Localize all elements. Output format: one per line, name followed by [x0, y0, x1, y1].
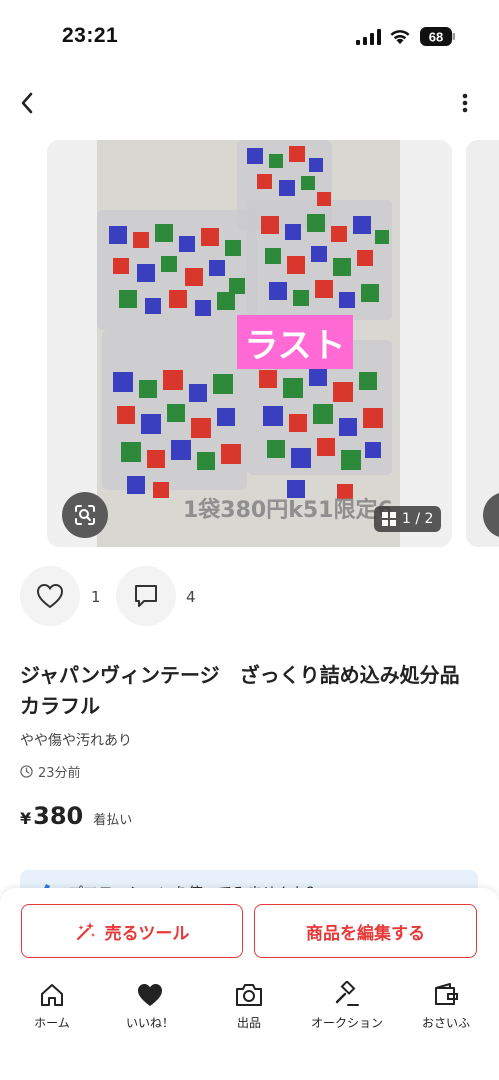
chevron-left-icon [21, 92, 33, 114]
page-counter-text: 1 / 2 [402, 511, 434, 527]
photo-page-counter: 1 / 2 [374, 506, 442, 532]
sell-tool-button[interactable]: 売るツール [21, 904, 243, 958]
tab-likes-label: いいね！ [125, 1016, 174, 1030]
heart-outline-icon [36, 583, 64, 609]
shipping-terms: 着払い [93, 813, 133, 828]
vertical-ellipsis-icon [462, 93, 468, 113]
battery-icon: 68 [420, 27, 455, 46]
comment-button[interactable] [116, 566, 176, 626]
magic-wand-icon [76, 922, 95, 941]
tab-sell-label: 出品 [236, 1016, 261, 1030]
action-row: 1 4 [0, 566, 499, 628]
like-count: 1 [91, 588, 101, 606]
product-condition: やや傷や汚れあり [20, 733, 132, 749]
photo-carousel[interactable]: ラスト 1袋380円k51限定6 1 / 2 [0, 140, 499, 547]
comment-count: 4 [186, 588, 196, 606]
image-search-icon [75, 505, 95, 525]
listed-time: 23分前 [20, 762, 81, 781]
price-value: 380 [33, 802, 84, 830]
tab-auction[interactable]: オークション [302, 980, 392, 1040]
next-photo-card[interactable] [466, 140, 499, 547]
price-row: ¥ 380 着払い [20, 802, 132, 830]
tab-wallet-label: おさいふ [421, 1016, 470, 1030]
edit-item-label: 商品を編集する [306, 923, 425, 944]
last-one-badge: ラスト [237, 315, 353, 369]
tab-sell[interactable]: 出品 [204, 980, 294, 1040]
photo-caption: 1袋380円k51限定6 [183, 498, 393, 523]
tab-wallet[interactable]: おさいふ [401, 980, 491, 1040]
sell-tool-label: 売るツール [104, 923, 190, 944]
product-photo: ラスト 1袋380円k51限定6 [97, 140, 400, 547]
like-button[interactable] [20, 566, 80, 626]
battery-level: 68 [429, 30, 443, 45]
more-options-button[interactable] [450, 88, 480, 118]
edit-item-button[interactable]: 商品を編集する [254, 904, 477, 958]
tab-auction-label: オークション [310, 1016, 383, 1030]
bottom-action-sheet: 売るツール 商品を編集する ホーム いいね！ 出品 オークション おさいふ [0, 888, 499, 1080]
image-search-button[interactable] [62, 492, 108, 538]
tab-home-label: ホーム [34, 1016, 70, 1030]
cellular-signal-icon [356, 29, 381, 45]
camera-icon [234, 980, 264, 1010]
tab-bar: ホーム いいね！ 出品 オークション おさいふ [0, 980, 499, 1040]
listed-time-text: 23分前 [38, 766, 81, 781]
currency-symbol: ¥ [20, 809, 32, 828]
product-title: ジャパンヴィンテージ ざっくり詰め込み処分品 カラフル [20, 663, 480, 718]
gavel-icon [332, 980, 362, 1010]
home-icon [37, 980, 67, 1010]
status-time: 23:21 [62, 24, 119, 47]
comment-icon [135, 585, 157, 607]
clock-icon [20, 765, 33, 778]
back-button[interactable] [12, 88, 42, 118]
nav-bar [0, 80, 499, 126]
grid-icon [382, 512, 396, 526]
heart-icon [135, 980, 165, 1010]
tab-home[interactable]: ホーム [7, 980, 97, 1040]
tab-likes[interactable]: いいね！ [105, 980, 195, 1040]
wifi-icon [390, 30, 410, 44]
wallet-icon [431, 980, 461, 1010]
product-photo-card[interactable]: ラスト 1袋380円k51限定6 1 / 2 [47, 140, 452, 547]
status-bar: 23:21 68 [0, 0, 499, 70]
